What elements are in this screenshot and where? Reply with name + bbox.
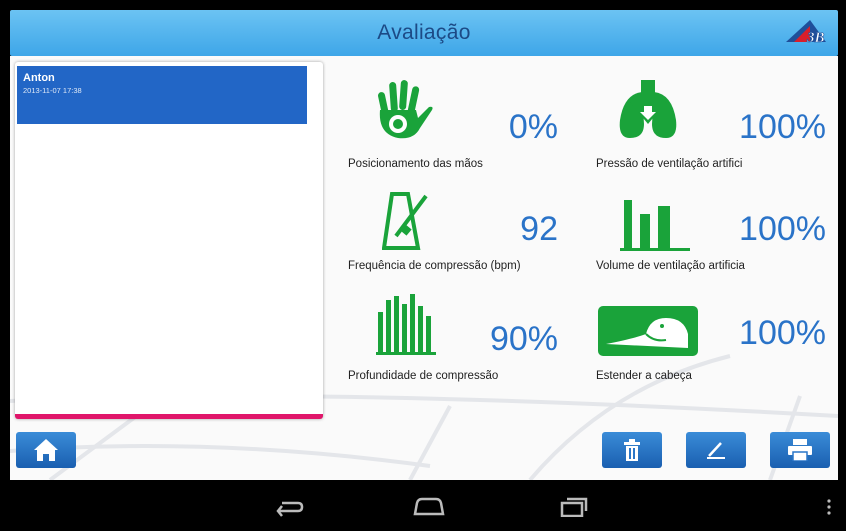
hand-icon bbox=[378, 80, 433, 139]
metric-ventilation-pressure: 100% Pressão de ventilação artifici bbox=[586, 78, 826, 178]
metric-value: 90% bbox=[489, 320, 558, 358]
metric-label: Frequência de compressão (bpm) bbox=[348, 260, 521, 272]
metric-value: 100% bbox=[739, 314, 826, 352]
session-name: Anton bbox=[23, 72, 55, 84]
home-button[interactable] bbox=[16, 432, 76, 468]
logo-text: 3B bbox=[806, 30, 825, 46]
head-tilt-icon bbox=[598, 306, 698, 356]
pen-icon bbox=[707, 442, 725, 459]
metric-compression-rate: 92 Frequência de compressão (bpm) bbox=[338, 180, 558, 280]
back-icon[interactable] bbox=[274, 495, 304, 517]
android-home-icon[interactable] bbox=[412, 495, 446, 517]
metronome-icon bbox=[382, 192, 428, 250]
session-list-panel: Anton 2013-11-07 17:38 bbox=[15, 62, 323, 419]
session-item[interactable]: Anton 2013-11-07 17:38 bbox=[17, 66, 307, 124]
metric-value: 100% bbox=[739, 108, 826, 146]
page-title: Avaliação bbox=[377, 21, 471, 44]
metric-label: Volume de ventilação artificia bbox=[596, 260, 745, 272]
overflow-menu-icon[interactable] bbox=[826, 499, 832, 515]
edit-button[interactable] bbox=[686, 432, 746, 468]
home-icon bbox=[34, 439, 58, 461]
session-date: 2013-11-07 17:38 bbox=[23, 86, 82, 95]
print-button[interactable] bbox=[770, 432, 830, 468]
trash-icon bbox=[624, 439, 640, 461]
recents-icon[interactable] bbox=[558, 495, 590, 517]
metric-label: Pressão de ventilação artifici bbox=[596, 158, 743, 170]
3b-scientific-logo: 3B bbox=[786, 20, 826, 46]
printer-icon bbox=[788, 439, 812, 461]
metric-compression-depth: 90% Profundidade de compressão bbox=[338, 282, 558, 382]
metric-head-tilt: 100% Estender a cabeça bbox=[586, 282, 826, 382]
status-bar bbox=[0, 0, 846, 10]
evaluation-content: Anton 2013-11-07 17:38 0% Posicionamento… bbox=[10, 56, 838, 480]
metric-value: 92 bbox=[520, 210, 558, 248]
metric-label: Estender a cabeça bbox=[596, 370, 692, 382]
metric-value: 100% bbox=[739, 210, 826, 248]
metric-label: Posicionamento das mãos bbox=[348, 158, 483, 170]
android-nav-bar bbox=[0, 482, 846, 531]
app-header: Avaliação 3B bbox=[10, 10, 838, 56]
delete-button[interactable] bbox=[602, 432, 662, 468]
metric-label: Profundidade de compressão bbox=[348, 370, 499, 382]
metric-ventilation-volume: 100% Volume de ventilação artificia bbox=[586, 180, 826, 280]
depth-bars-icon bbox=[376, 294, 436, 355]
lungs-icon bbox=[619, 80, 677, 138]
metric-value: 0% bbox=[508, 108, 558, 146]
volume-bars-icon bbox=[620, 200, 690, 251]
metric-hand-position: 0% Posicionamento das mãos bbox=[338, 78, 558, 178]
